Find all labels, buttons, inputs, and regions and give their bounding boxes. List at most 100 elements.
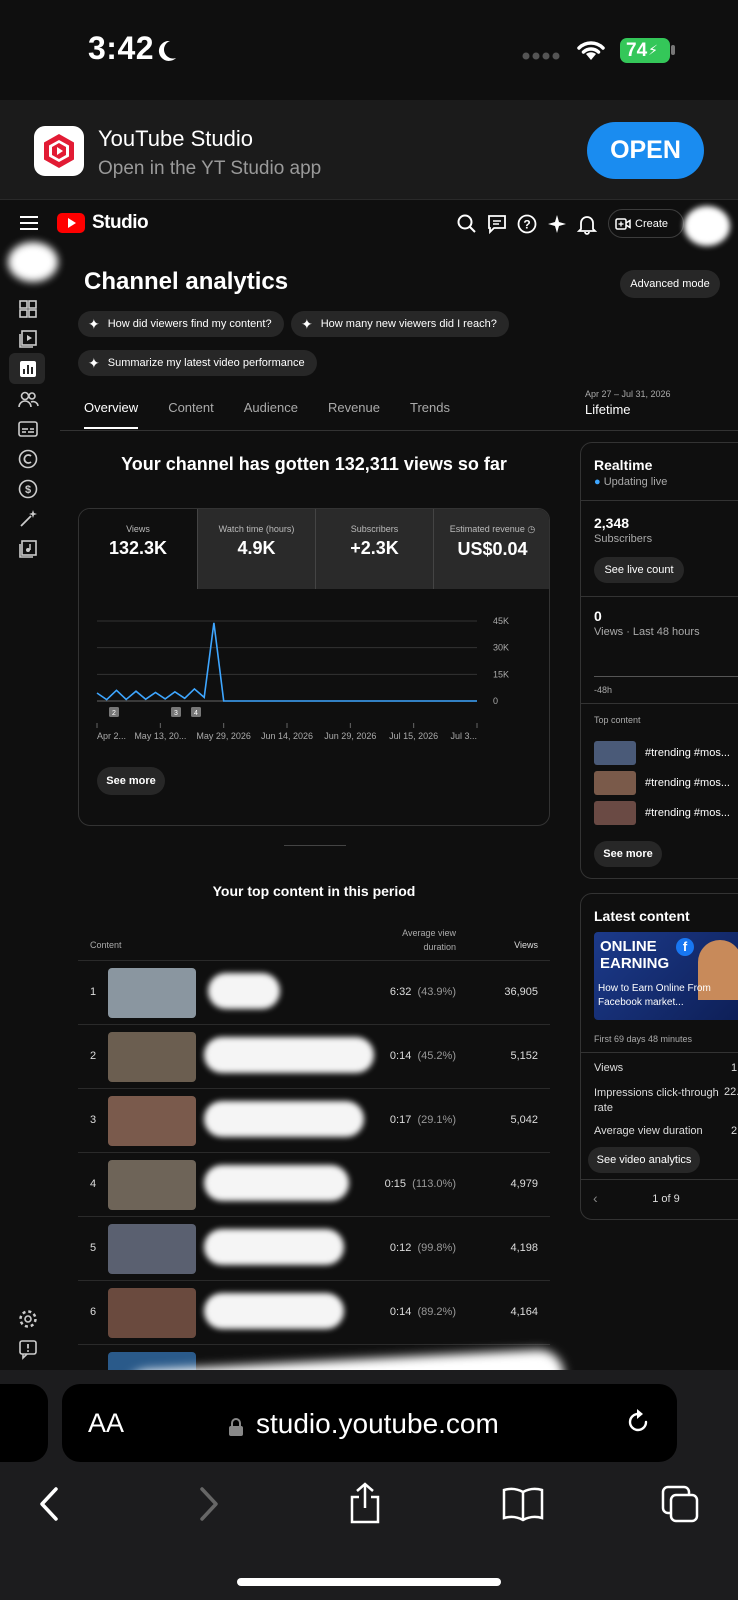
subtitles-icon[interactable] bbox=[17, 418, 39, 440]
series-line[interactable] bbox=[96, 622, 477, 702]
row-rank: 6 bbox=[90, 1306, 97, 1318]
customization-icon[interactable] bbox=[17, 508, 39, 530]
views-headline: Your channel has gotten 132,311 views so… bbox=[121, 454, 507, 474]
realtime-views-label: Views · Last 48 hours bbox=[594, 626, 700, 638]
metric-value: 132.3K bbox=[108, 538, 168, 558]
yt-studio-app-icon bbox=[34, 126, 84, 176]
suggestion-chip-3[interactable]: ✦ Summarize my latest video performance bbox=[78, 350, 317, 376]
row-duration: 0:12 (99.8%) bbox=[390, 1242, 456, 1254]
x-tick-label: Jun 14, 2026 bbox=[261, 731, 313, 741]
video-thumbnail[interactable] bbox=[594, 771, 636, 795]
latest-video-thumbnail[interactable]: ONLINE EARNING f How to Earn Online From… bbox=[594, 932, 738, 1020]
redacted-title bbox=[204, 1101, 364, 1137]
video-thumbnail[interactable] bbox=[108, 1096, 196, 1146]
x-tick-label: May 13, 20... bbox=[134, 731, 186, 741]
tab-revenue[interactable]: Revenue bbox=[328, 400, 380, 429]
reader-options-button[interactable]: AA bbox=[88, 1408, 124, 1439]
help-icon[interactable]: ? bbox=[516, 213, 538, 235]
realtime-item-title[interactable]: #trending #mos... bbox=[645, 777, 730, 789]
content-icon[interactable] bbox=[17, 328, 39, 350]
table-row[interactable]: 4 0:15 (113.0%) 4,979 bbox=[78, 1152, 550, 1216]
date-range[interactable]: Apr 27 – Jul 31, 2026 bbox=[585, 389, 671, 399]
metric-label: Estimated revenue ◷ bbox=[434, 524, 549, 535]
video-thumbnail[interactable] bbox=[108, 1352, 196, 1370]
video-thumbnail[interactable] bbox=[594, 801, 636, 825]
sparkle-icon[interactable] bbox=[546, 213, 568, 235]
suggestion-chip-2[interactable]: ✦ How many new viewers did I reach? bbox=[291, 311, 509, 337]
marker-label: 3 bbox=[174, 710, 178, 717]
x-tick-label: Jun 29, 2026 bbox=[324, 731, 376, 741]
metric-watch-time[interactable]: Watch time (hours) 4.9K bbox=[197, 509, 315, 589]
metric-subscribers[interactable]: Subscribers +2.3K bbox=[315, 509, 433, 589]
settings-icon[interactable] bbox=[17, 1308, 39, 1330]
bell-icon[interactable] bbox=[576, 213, 598, 235]
video-thumbnail[interactable] bbox=[108, 1032, 196, 1082]
latest-stat-value: 1 bbox=[731, 1062, 738, 1074]
see-video-analytics-button[interactable]: See video analytics bbox=[588, 1147, 700, 1173]
metric-revenue[interactable]: Estimated revenue ◷ US$0.04 bbox=[433, 509, 549, 589]
share-icon[interactable] bbox=[348, 1482, 382, 1524]
views-line-chart[interactable]: 45K 30K 15K 0 2 3 4 Apr 2... May 13, 20... May 29… bbox=[79, 589, 550, 759]
search-icon[interactable] bbox=[456, 213, 478, 235]
suggestion-chip-1[interactable]: ✦ How did viewers find my content? bbox=[78, 311, 284, 337]
realtime-views-value: 0 bbox=[594, 608, 602, 624]
table-row[interactable]: 5 0:12 (99.8%) 4,198 bbox=[78, 1216, 550, 1280]
realtime-see-more-button[interactable]: See more bbox=[594, 841, 662, 867]
metric-value: US$0.04 bbox=[457, 539, 528, 559]
studio-logo-text[interactable]: Studio bbox=[92, 212, 149, 234]
redacted-title bbox=[204, 1165, 349, 1201]
audio-library-icon[interactable] bbox=[17, 538, 39, 560]
create-button[interactable]: Create bbox=[608, 209, 684, 238]
bookmarks-icon[interactable] bbox=[502, 1486, 544, 1522]
video-thumbnail[interactable] bbox=[594, 741, 636, 765]
see-live-count-button[interactable]: See live count bbox=[594, 557, 684, 583]
tab-content[interactable]: Content bbox=[168, 400, 214, 429]
open-app-button[interactable]: OPEN bbox=[587, 122, 704, 179]
send-feedback-icon[interactable] bbox=[17, 1338, 39, 1360]
video-thumbnail[interactable] bbox=[108, 968, 196, 1018]
dashboard-icon[interactable] bbox=[17, 298, 39, 320]
table-row[interactable]: 6 0:14 (89.2%) 4,164 bbox=[78, 1280, 550, 1344]
battery-indicator: 74 ⚡ bbox=[620, 38, 670, 63]
realtime-item-title[interactable]: #trending #mos... bbox=[645, 747, 730, 759]
reload-icon[interactable] bbox=[624, 1408, 652, 1436]
table-row[interactable]: 2 0:14 (45.2%) 5,152 bbox=[78, 1024, 550, 1088]
video-thumbnail[interactable] bbox=[108, 1160, 196, 1210]
forward-icon[interactable] bbox=[196, 1486, 222, 1522]
copyright-icon[interactable] bbox=[17, 448, 39, 470]
realtime-item-title[interactable]: #trending #mos... bbox=[645, 807, 730, 819]
duration-percent: (99.8%) bbox=[417, 1242, 456, 1254]
video-thumbnail[interactable] bbox=[108, 1288, 196, 1338]
marker-label: 4 bbox=[194, 710, 198, 717]
youtube-logo-icon[interactable] bbox=[57, 213, 85, 233]
date-label[interactable]: Lifetime bbox=[585, 402, 631, 417]
realtime-subs-value: 2,348 bbox=[594, 515, 630, 531]
tabs-icon[interactable] bbox=[660, 1484, 700, 1524]
realtime-baseline bbox=[594, 676, 738, 677]
see-more-button[interactable]: See more bbox=[97, 767, 165, 795]
channel-avatar[interactable] bbox=[8, 242, 58, 282]
advanced-mode-button[interactable]: Advanced mode bbox=[620, 270, 720, 298]
table-row[interactable]: 1 6:32 (43.9%) 36,905 bbox=[78, 960, 550, 1024]
previous-tab-bar[interactable] bbox=[0, 1384, 48, 1462]
url-text[interactable]: studio.youtube.com bbox=[256, 1408, 499, 1440]
tab-trends[interactable]: Trends bbox=[410, 400, 450, 429]
feedback-icon[interactable] bbox=[486, 213, 508, 235]
back-icon[interactable] bbox=[36, 1486, 62, 1522]
row-rank: 1 bbox=[90, 986, 97, 998]
tab-audience[interactable]: Audience bbox=[244, 400, 298, 429]
earn-icon[interactable]: $ bbox=[17, 478, 39, 500]
metric-views[interactable]: Views 132.3K bbox=[79, 509, 197, 589]
analytics-icon[interactable] bbox=[17, 358, 39, 380]
wifi-icon bbox=[577, 41, 605, 60]
tab-overview[interactable]: Overview bbox=[84, 400, 139, 429]
table-row[interactable]: 3 0:17 (29.1%) 5,042 bbox=[78, 1088, 550, 1152]
menu-icon[interactable] bbox=[20, 216, 38, 230]
chevron-left-icon[interactable]: ‹ bbox=[593, 1190, 598, 1206]
community-icon[interactable] bbox=[17, 388, 39, 410]
live-label: Updating live bbox=[603, 476, 668, 488]
redacted-title bbox=[204, 1293, 344, 1329]
avatar[interactable] bbox=[684, 206, 730, 246]
video-thumbnail[interactable] bbox=[108, 1224, 196, 1274]
svg-text:$: $ bbox=[25, 484, 31, 496]
